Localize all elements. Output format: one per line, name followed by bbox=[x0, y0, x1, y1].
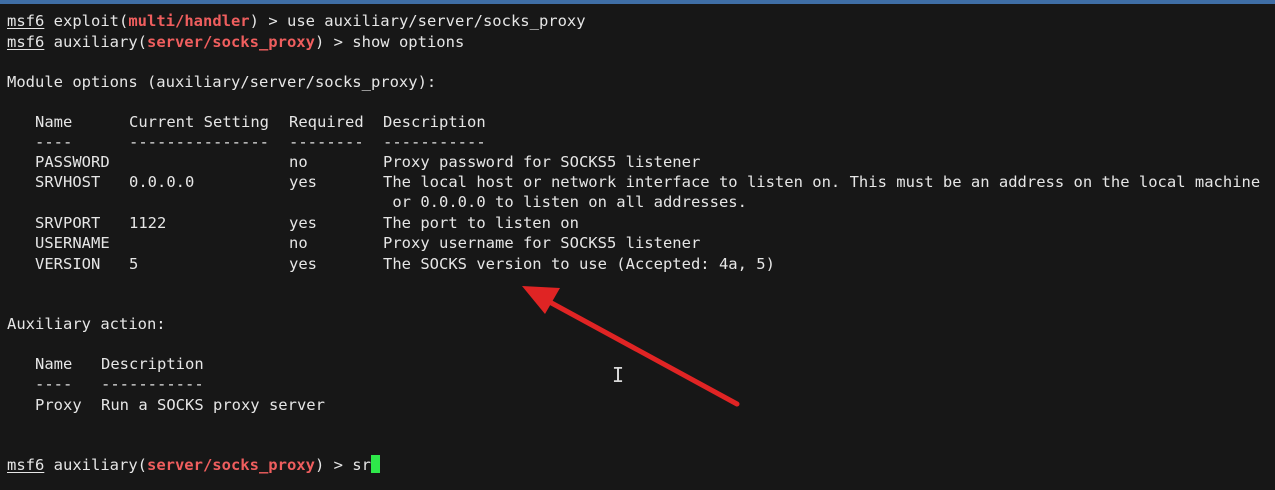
mouse-text-cursor-icon: I bbox=[612, 363, 625, 387]
terminal-window[interactable]: msf6 exploit(multi/handler) > use auxili… bbox=[0, 0, 1275, 490]
arrow-shaft bbox=[543, 297, 740, 407]
arrow-head bbox=[522, 286, 560, 314]
annotation-arrow bbox=[522, 286, 740, 407]
